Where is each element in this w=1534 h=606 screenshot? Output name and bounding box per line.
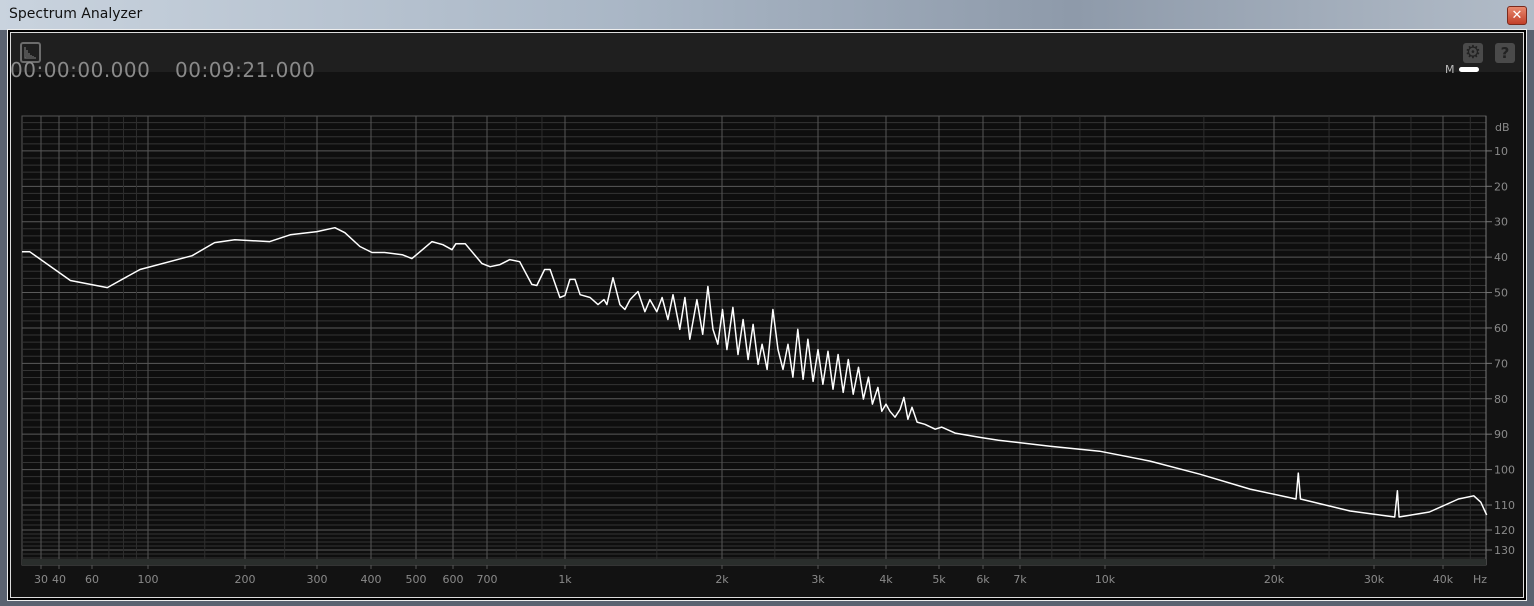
x-tick-label: 30k: [1364, 573, 1385, 586]
y-tick-label: 120: [1494, 524, 1515, 537]
x-tick-label: 10k: [1095, 573, 1116, 586]
x-tick-label: 3k: [811, 573, 825, 586]
x-tick-label: 200: [235, 573, 256, 586]
y-tick-label: 110: [1494, 499, 1515, 512]
y-tick-label: 80: [1494, 393, 1508, 406]
spectrum-chart: 30 40 60 100 200 300 400 500 600 700 1k 2k 3k 4k 5k 6k 7…: [21, 115, 1515, 586]
x-tick-label: 400: [361, 573, 382, 586]
x-tick-label: 1k: [558, 573, 572, 586]
x-tick-label: 40k: [1433, 573, 1454, 586]
y-tick-label: 30: [1494, 216, 1508, 229]
y-tick-label: 10: [1494, 145, 1508, 158]
y-tick-label: 130: [1494, 544, 1515, 557]
y-tick-label: 50: [1494, 287, 1508, 300]
x-tick-label: 500: [406, 573, 427, 586]
y-tick-label: 70: [1494, 357, 1508, 370]
x-tick-label: 40: [52, 573, 66, 586]
x-tick-label: 100: [138, 573, 159, 586]
x-tick-label: 700: [477, 573, 498, 586]
x-tick-label: 7k: [1013, 573, 1027, 586]
y-tick-label: 60: [1494, 322, 1508, 335]
y-tick-label: 100: [1494, 464, 1515, 477]
y-tick-label: 90: [1494, 428, 1508, 441]
x-tick-label: 30: [34, 573, 48, 586]
x-tick-label: 600: [443, 573, 464, 586]
x-tick-label: 4k: [879, 573, 893, 586]
y-tick-label: 20: [1494, 180, 1508, 193]
x-tick-label: 5k: [932, 573, 946, 586]
x-tick-label: 20k: [1264, 573, 1285, 586]
y-tick-label: 40: [1494, 251, 1508, 264]
x-axis-label: Hz: [1473, 573, 1487, 586]
x-tick-label: 60: [85, 573, 99, 586]
x-tick-label: 6k: [976, 573, 990, 586]
x-tick-label: 300: [307, 573, 328, 586]
y-axis-label: dB: [1495, 121, 1510, 134]
bottom-band: [22, 559, 1486, 565]
x-tick-label: 2k: [715, 573, 729, 586]
